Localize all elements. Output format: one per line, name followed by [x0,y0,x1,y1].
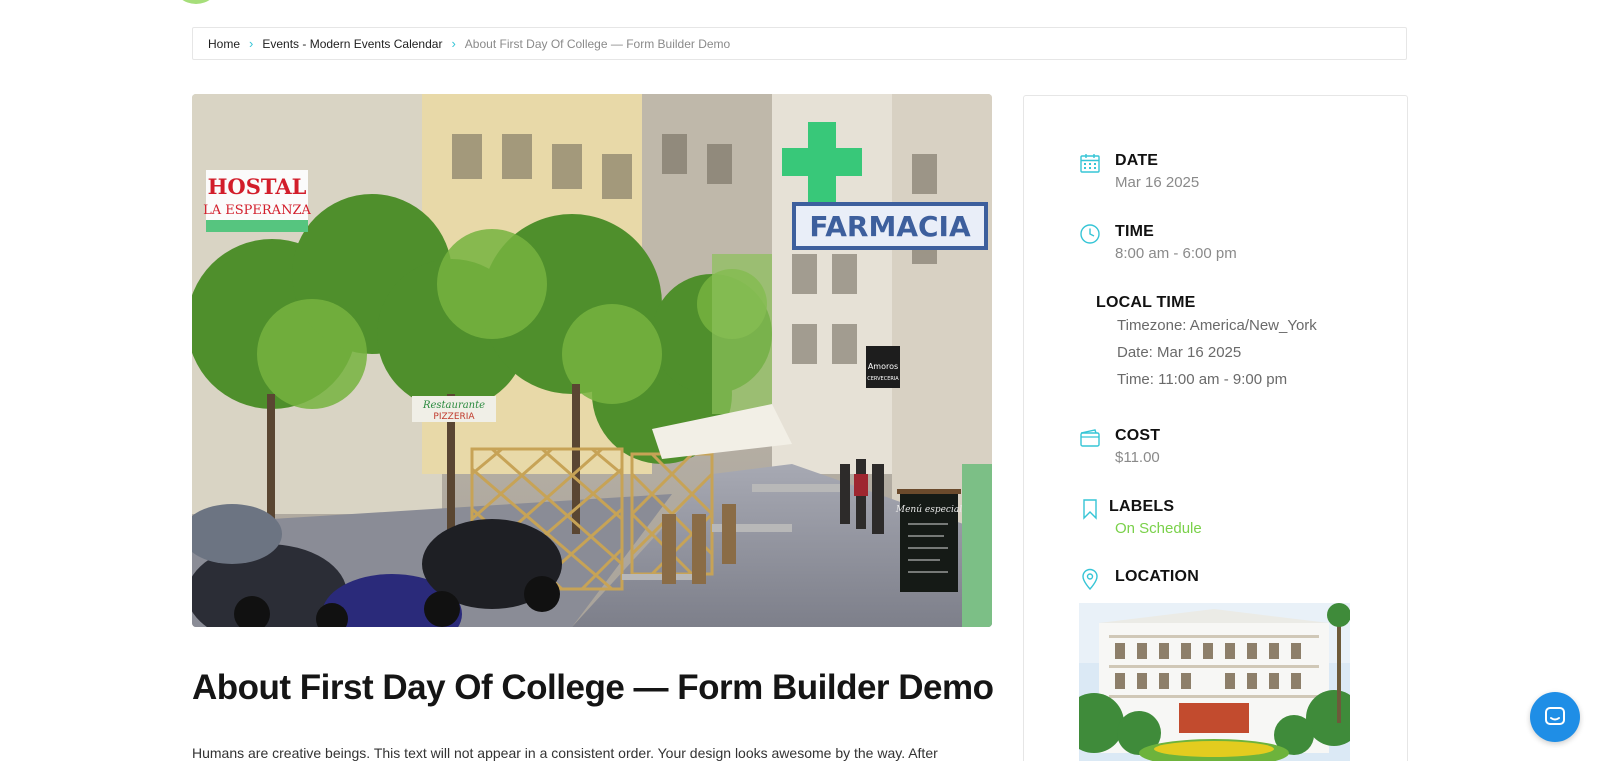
local-time-label: LOCAL TIME [1096,294,1196,311]
local-date: Date: Mar 16 2025 [1117,344,1242,361]
calendar-icon [1080,154,1100,173]
event-title: About First Day Of College — Form Builde… [192,668,994,707]
label-on-schedule[interactable]: On Schedule [1115,520,1202,537]
date-value: Mar 16 2025 [1115,174,1200,191]
amoros-sign-text: Amoros [868,362,898,371]
location-image[interactable] [1079,603,1350,761]
map-pin-icon [1082,568,1098,590]
cerveceria-sign-text: CERVECERIA [867,376,899,382]
site-logo[interactable] [174,0,218,4]
cost-value: $11.00 [1115,449,1160,466]
date-label: DATE [1115,152,1159,169]
time-value: 8:00 am - 6:00 pm [1115,245,1237,262]
wallet-icon [1080,429,1100,447]
breadcrumb-current: About First Day Of College — Form Builde… [464,36,731,51]
breadcrumb-home-link[interactable]: Home [208,37,240,51]
labels-label: LABELS [1109,498,1175,515]
event-description: Humans are creative beings. This text wi… [192,745,938,761]
cost-label: COST [1115,427,1161,444]
chat-launcher-button[interactable] [1530,692,1580,742]
hostal-sign-subtext: LA ESPERANZA [203,203,311,218]
chevron-right-icon: › [451,36,456,51]
pizzeria-sign-text: PIZZERIA [433,412,475,422]
breadcrumb-category-link[interactable]: Events - Modern Events Calendar [262,37,442,51]
clock-icon [1080,224,1100,244]
hostal-sign-text: HOSTAL [208,174,307,199]
event-featured-image: FARMACIA HOSTAL LA ESPERANZA Restaurante… [192,94,992,627]
bookmark-icon [1083,499,1097,520]
restaurante-sign-text: Restaurante [422,400,485,411]
chevron-right-icon: › [249,36,254,51]
local-time-range: Time: 11:00 am - 9:00 pm [1117,371,1288,388]
menu-board-text: Menú especial [895,504,962,515]
time-label: TIME [1115,223,1155,240]
location-label: LOCATION [1115,568,1199,585]
breadcrumb: Home › Events - Modern Events Calendar ›… [192,27,1407,60]
farmacia-sign-text: FARMACIA [809,210,971,243]
local-timezone: Timezone: America/New_York [1117,317,1317,334]
chat-icon [1545,707,1565,725]
event-details-sidebar: DATE Mar 16 2025 TIME 8:00 am - 6:00 pm … [1023,95,1408,761]
